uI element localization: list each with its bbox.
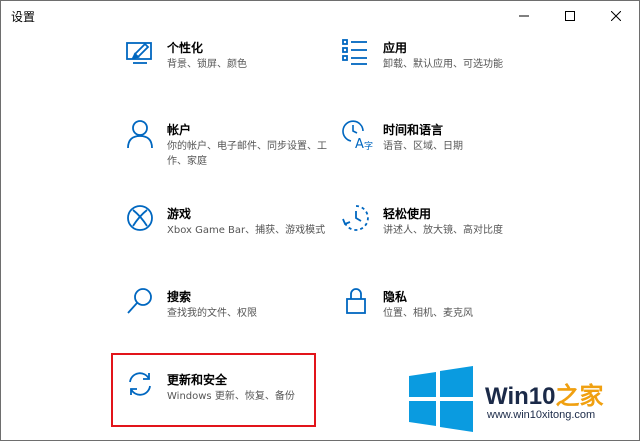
tile-personalization[interactable]: 个性化 背景、锁屏、颜色 (125, 37, 375, 97)
svg-text:A: A (355, 137, 364, 151)
lock-icon (341, 286, 373, 318)
tile-privacy[interactable]: 隐私 位置、相机、麦克风 (341, 286, 591, 346)
time-language-icon: A 字 (341, 119, 373, 151)
tile-title: 隐私 (383, 290, 408, 304)
tile-title: 个性化 (167, 41, 204, 55)
tile-description: Xbox Game Bar、捕获、游戏模式 (167, 225, 326, 236)
tile-gaming[interactable]: 游戏 Xbox Game Bar、捕获、游戏模式 (125, 203, 375, 263)
tile-ease-of-access[interactable]: 轻松使用 讲述人、放大镜、高对比度 (341, 203, 591, 263)
personalization-icon (125, 37, 157, 69)
maximize-button[interactable] (547, 1, 593, 31)
minimize-icon (519, 15, 529, 17)
close-button[interactable] (593, 1, 639, 31)
maximize-icon (565, 11, 575, 21)
tile-description: 你的帐户、电子邮件、同步设置、工作、家庭 (167, 141, 327, 167)
minimize-button[interactable] (501, 1, 547, 31)
close-icon (611, 11, 621, 21)
person-icon (125, 119, 157, 151)
watermark-brand: Win10之家 (485, 383, 604, 410)
tile-title: 时间和语言 (383, 123, 444, 137)
windows-logo-icon (409, 366, 473, 432)
tile-apps[interactable]: 应用 卸载、默认应用、可选功能 (341, 37, 591, 97)
tile-accounts[interactable]: 帐户 你的帐户、电子邮件、同步设置、工作、家庭 (125, 119, 375, 179)
title-bar: 设置 (1, 1, 639, 31)
search-icon (125, 286, 157, 318)
tile-description: 背景、锁屏、颜色 (167, 59, 247, 70)
watermark-url: www.win10xitong.com (487, 409, 596, 421)
tile-description: 卸载、默认应用、可选功能 (383, 59, 503, 70)
watermark-brand-accent: 之家 (555, 383, 604, 410)
ease-of-access-icon (341, 203, 373, 235)
tile-title: 轻松使用 (383, 207, 432, 221)
tile-description: 讲述人、放大镜、高对比度 (383, 225, 503, 236)
window-title: 设置 (11, 10, 36, 24)
xbox-icon (125, 203, 157, 235)
tile-title: 帐户 (167, 123, 192, 137)
tile-title: 游戏 (167, 207, 192, 221)
tile-title: 应用 (383, 41, 408, 55)
watermark: Win10之家 www.win10xitong.com (405, 361, 639, 440)
tile-description: 语音、区域、日期 (383, 141, 463, 152)
tile-time-language[interactable]: A 字 时间和语言 语音、区域、日期 (341, 119, 591, 179)
settings-window: 设置 个性化 背景、锁屏、颜色 应用 卸载、默认应用、可选功能 帐户 你的帐户、… (0, 0, 640, 441)
tile-description: 位置、相机、麦克风 (383, 308, 473, 319)
highlight-box (111, 353, 316, 427)
apps-list-icon (341, 37, 373, 69)
svg-text:字: 字 (364, 140, 373, 151)
tile-description: 查找我的文件、权限 (167, 308, 257, 319)
tile-search[interactable]: 搜索 查找我的文件、权限 (125, 286, 375, 346)
tile-title: 搜索 (167, 290, 192, 304)
